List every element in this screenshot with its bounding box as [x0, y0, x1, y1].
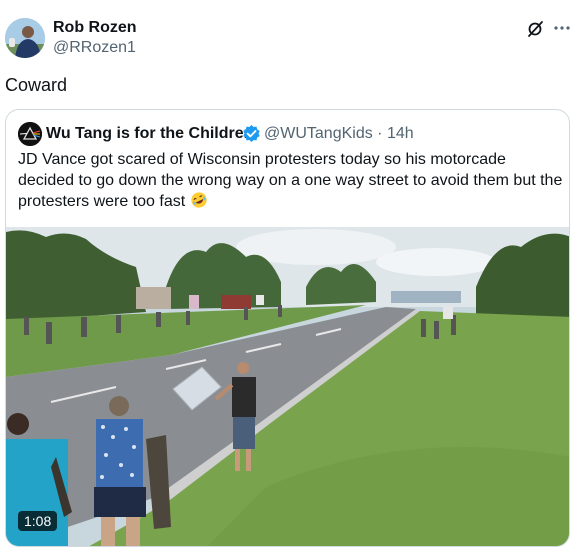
quoted-author-handle[interactable]: @WUTangKids [264, 125, 373, 142]
author-avatar[interactable] [5, 18, 45, 58]
quoted-tweet-text: JD Vance got scared of Wisconsin protest… [18, 150, 563, 213]
video-duration: 1:08 [18, 511, 58, 531]
author-name[interactable]: Rob Rozen [53, 19, 137, 37]
quoted-tweet-meta: @WUTangKids · 14h [264, 125, 414, 143]
quoted-author-name[interactable]: Wu Tang is for the Children [46, 125, 253, 143]
meta-separator: · [377, 125, 383, 142]
more-options-icon[interactable] [552, 18, 572, 38]
tweet-text: Coward [5, 75, 68, 95]
rolling-on-floor-laughing-icon [190, 191, 208, 209]
verified-badge-icon [242, 124, 261, 143]
grok-icon[interactable] [526, 20, 544, 38]
quoted-tweet-time[interactable]: 14h [387, 125, 414, 142]
quoted-author-avatar[interactable] [18, 122, 42, 146]
video-player[interactable]: 1:08 [6, 227, 569, 546]
video-frame [6, 227, 569, 546]
quoted-tweet-body: JD Vance got scared of Wisconsin protest… [18, 151, 563, 210]
author-handle[interactable]: @RRozen1 [53, 39, 136, 57]
quoted-tweet-card[interactable]: Wu Tang is for the Children @WUTangKids … [5, 109, 570, 547]
